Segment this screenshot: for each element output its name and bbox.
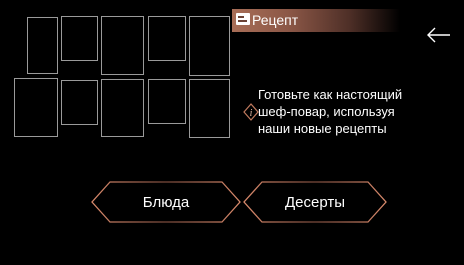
recipe-tile[interactable] (101, 16, 144, 75)
recipe-book-icon (236, 13, 250, 25)
desserts-button[interactable]: Десерты (242, 180, 388, 224)
recipe-screen: Рецепт i Готовьте как настоящий шеф-пова… (0, 0, 464, 265)
info-line: шеф-повар, используя (258, 104, 395, 119)
info-line: наши новые рецепты (258, 121, 387, 136)
recipe-tile[interactable] (101, 79, 144, 137)
recipe-tile[interactable] (14, 78, 58, 137)
recipe-tile[interactable] (27, 17, 58, 74)
svg-text:i: i (250, 108, 253, 119)
recipe-tile[interactable] (61, 16, 98, 61)
arrow-left-icon (427, 27, 450, 43)
recipe-tile[interactable] (148, 79, 186, 124)
dishes-button-label: Блюда (142, 193, 190, 211)
page-title: Рецепт (252, 12, 299, 28)
recipe-tile[interactable] (61, 80, 98, 125)
info-icon: i (243, 103, 259, 121)
dishes-button[interactable]: Блюда (90, 180, 242, 224)
info-text: Готовьте как настоящий шеф-повар, исполь… (258, 86, 448, 137)
recipe-tile[interactable] (189, 79, 230, 138)
recipe-tile[interactable] (148, 16, 186, 61)
back-button[interactable] (424, 24, 452, 46)
recipe-tile[interactable] (189, 16, 230, 76)
info-line: Готовьте как настоящий (258, 87, 403, 102)
desserts-button-label: Десерты (284, 193, 345, 211)
